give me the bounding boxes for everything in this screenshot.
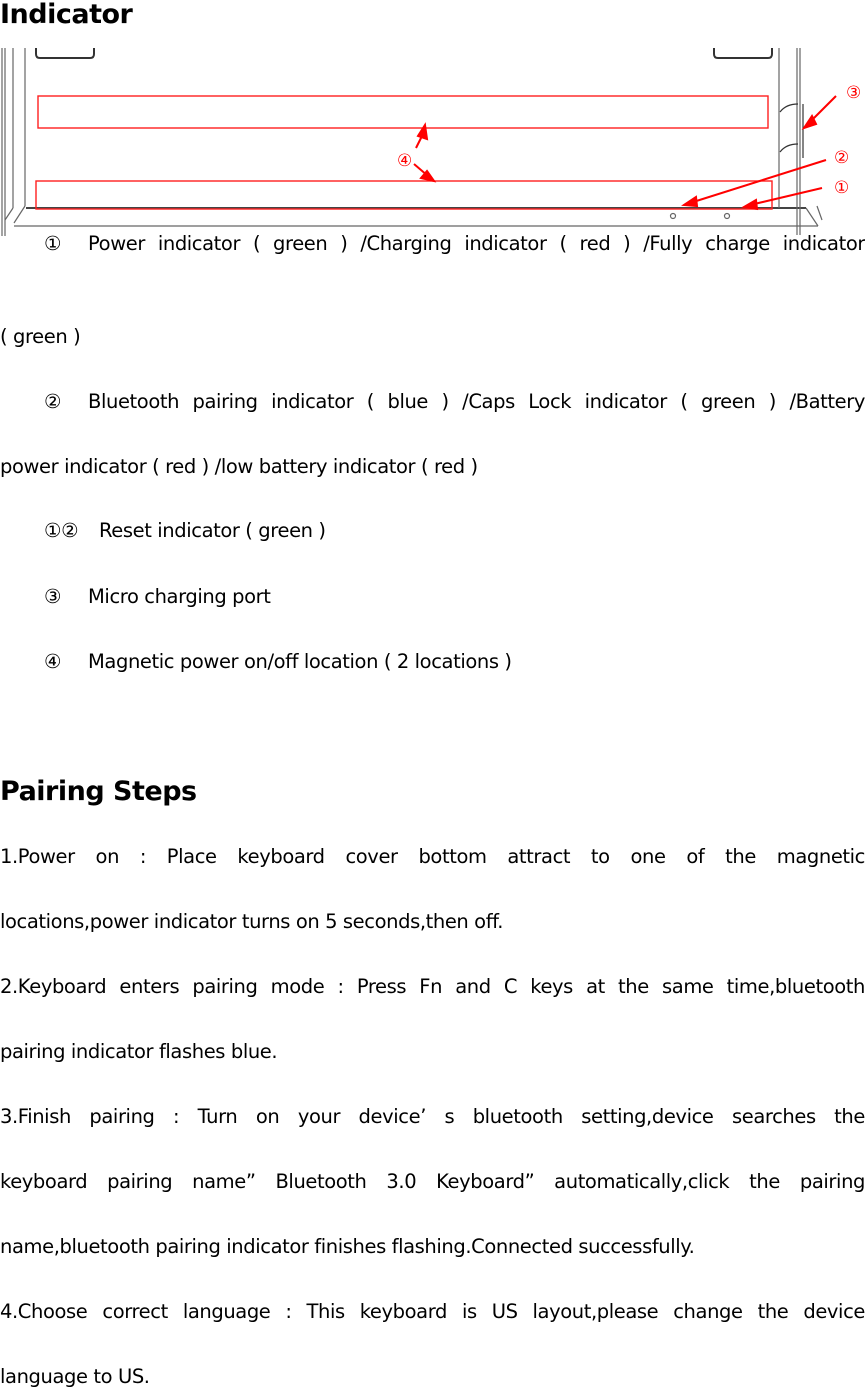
- callout-2: ②: [834, 148, 849, 168]
- step-1-line2: locations,power indicator turns on 5 sec…: [0, 910, 504, 933]
- step-3-line1: 3.Finish pairing : Turn on your device’ …: [0, 1105, 865, 1128]
- step-4-line1: 4.Choose correct language : This keyboar…: [0, 1300, 865, 1323]
- indicator-heading: Indicator: [0, 0, 133, 30]
- magnet-zone-lower: [35, 180, 773, 210]
- marker-1-2: ①②: [44, 519, 79, 542]
- step-3-line2: keyboard pairing name” Bluetooth 3.0 Key…: [0, 1170, 865, 1193]
- indicator-item-3-text: Micro charging port: [88, 585, 271, 608]
- marker-4: ④: [44, 650, 62, 673]
- indicator-item-4: ④ Magnetic power on/off location ( 2 loca…: [0, 650, 865, 674]
- indicator-item-1-line1: ① Power indicator ( green ) /Charging ind…: [0, 232, 865, 256]
- marker-2: ②: [44, 390, 62, 413]
- indicator-item-1-text: Power indicator ( green ) /Charging indi…: [88, 232, 865, 255]
- callout-4: ④: [397, 151, 412, 171]
- callout-1: ①: [834, 178, 849, 198]
- indicator-item-reset: ①② Reset indicator ( green ): [0, 519, 865, 543]
- pairing-steps-heading: Pairing Steps: [0, 776, 197, 807]
- indicator-item-3: ③ Micro charging port: [0, 585, 865, 609]
- indicator-item-2-line1: ② Bluetooth pairing indicator ( blue ) /C…: [0, 390, 865, 414]
- step-2-line1: 2.Keyboard enters pairing mode : Press F…: [0, 975, 865, 998]
- step-3-line3: name,bluetooth pairing indicator finishe…: [0, 1235, 695, 1258]
- magnet-zone-upper: [37, 95, 769, 129]
- indicator-item-reset-text: Reset indicator ( green ): [99, 519, 326, 542]
- callout-3: ③: [846, 83, 861, 103]
- step-1-line1: 1.Power on : Place keyboard cover bottom…: [0, 845, 865, 868]
- step-2-line2: pairing indicator flashes blue.: [0, 1040, 278, 1063]
- indicator-item-4-text: Magnetic power on/off location ( 2 locat…: [88, 650, 512, 673]
- marker-1: ①: [44, 232, 62, 255]
- step-4-line2: language to US.: [0, 1365, 150, 1388]
- keyboard-outline: [1, 48, 823, 236]
- marker-3: ③: [44, 585, 62, 608]
- indicator-item-2-text: Bluetooth pairing indicator ( blue ) /Ca…: [88, 390, 865, 413]
- keyboard-indicator-diagram: ③ ④ ② ①: [1, 48, 861, 236]
- indicator-item-2-line2: power indicator ( red ) /low battery ind…: [0, 455, 478, 478]
- indicator-item-1-line2: ( green ): [0, 325, 81, 348]
